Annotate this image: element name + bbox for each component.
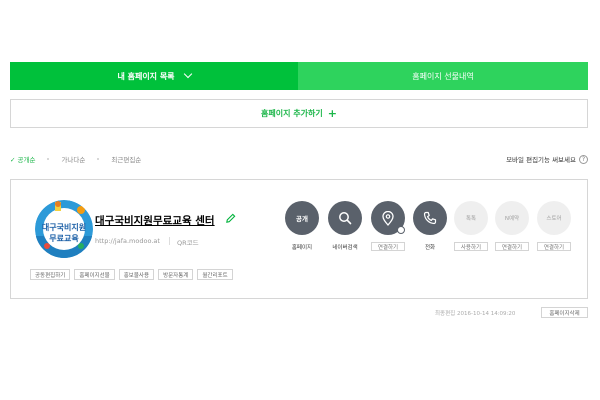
pencil-icon[interactable]	[225, 213, 236, 224]
phone-icon	[423, 211, 437, 225]
homepage-card: 대구국비지원 무료교육 대구국비지원무료교육 센터 http://jafa.mo…	[10, 179, 588, 299]
sort-recent-edit[interactable]: 최근편집순	[111, 154, 141, 164]
last-edited-date: 최종편집 2016-10-14 14:09:20	[435, 311, 516, 317]
tab-gift-history[interactable]: 홈페이지 선물내역	[298, 62, 588, 90]
action-location[interactable]	[371, 201, 405, 235]
action-public-text: 공개	[296, 215, 308, 223]
tag-buttons: 공동편집하기 홈페이지선물 홍보물사용 방문자통계 월간리포트	[30, 269, 237, 280]
action-n-reservation-text: N예약	[504, 216, 520, 222]
search-icon	[339, 212, 352, 225]
thumbnail-text-line1: 대구국비지원	[42, 222, 86, 232]
mobile-edit-tip-label: 모바일 편집기능 써보세요	[506, 156, 576, 164]
homepage-tabs: 내 홈페이지 목록 홈페이지 선물내역	[10, 62, 588, 90]
chevron-down-icon	[183, 69, 192, 79]
tag-monthly-report[interactable]: 월간리포트	[197, 269, 233, 280]
action-talktalk[interactable]: 톡톡	[454, 201, 488, 235]
homepage-thumbnail[interactable]: 대구국비지원 무료교육	[35, 200, 93, 258]
sort-options: ✓ 공개순 가나다순 최근편집순	[10, 154, 153, 164]
add-homepage-button[interactable]: 홈페이지 추가하기 +	[10, 99, 588, 128]
action-phone[interactable]	[413, 201, 447, 235]
tag-gift[interactable]: 홈페이지선물	[74, 269, 115, 280]
separator-dot	[47, 158, 50, 160]
action-n-reservation[interactable]: N예약	[495, 201, 529, 235]
action-talktalk-use-button[interactable]: 사용하기	[454, 242, 488, 251]
thumbnail-text-line2: 무료교육	[49, 233, 79, 243]
separator-dot	[97, 158, 100, 160]
action-public[interactable]: 공개	[285, 201, 319, 235]
tab-my-pages-label: 내 홈페이지 목록	[117, 71, 175, 81]
sort-alphabetical[interactable]: 가나다순	[61, 154, 85, 164]
action-store[interactable]: 스토어	[537, 201, 571, 235]
tag-visitor-stats[interactable]: 방문자통계	[158, 269, 194, 280]
tab-gift-history-label: 홈페이지 선물내역	[412, 71, 474, 81]
help-icon: ?	[579, 154, 588, 164]
mobile-edit-tip[interactable]: 모바일 편집기능 써보세요 ?	[506, 154, 588, 164]
location-pin-icon	[382, 210, 394, 226]
action-public-label: 홈페이지	[291, 244, 313, 251]
plus-icon: +	[327, 107, 337, 120]
action-location-connect-button[interactable]: 연결하기	[371, 242, 405, 251]
add-homepage-label: 홈페이지 추가하기	[261, 109, 323, 118]
delete-homepage-button[interactable]: 홈페이지삭제	[541, 307, 588, 318]
action-talktalk-text: 톡톡	[465, 216, 477, 222]
tab-my-pages[interactable]: 내 홈페이지 목록	[10, 62, 298, 90]
action-n-reservation-connect-button[interactable]: 연결하기	[495, 242, 529, 251]
qr-code-link[interactable]: QR코드	[177, 237, 199, 247]
action-store-text: 스토어	[546, 216, 562, 222]
divider	[169, 237, 170, 245]
settings-badge-icon	[397, 226, 405, 234]
site-title-link[interactable]: 대구국비지원무료교육 센터	[95, 213, 215, 228]
thumbnail-image: 대구국비지원 무료교육	[35, 200, 93, 258]
tag-promo[interactable]: 홍보물사용	[118, 269, 155, 280]
sort-public[interactable]: ✓ 공개순	[10, 154, 35, 164]
action-store-connect-button[interactable]: 연결하기	[537, 242, 571, 251]
site-url[interactable]: http://jafa.modoo.at	[95, 237, 160, 245]
action-phone-label: 전화	[424, 244, 436, 251]
tag-co-edit[interactable]: 공동편집하기	[30, 269, 71, 280]
action-naver-search-label: 네이버검색	[332, 244, 358, 251]
action-naver-search[interactable]	[328, 201, 362, 235]
